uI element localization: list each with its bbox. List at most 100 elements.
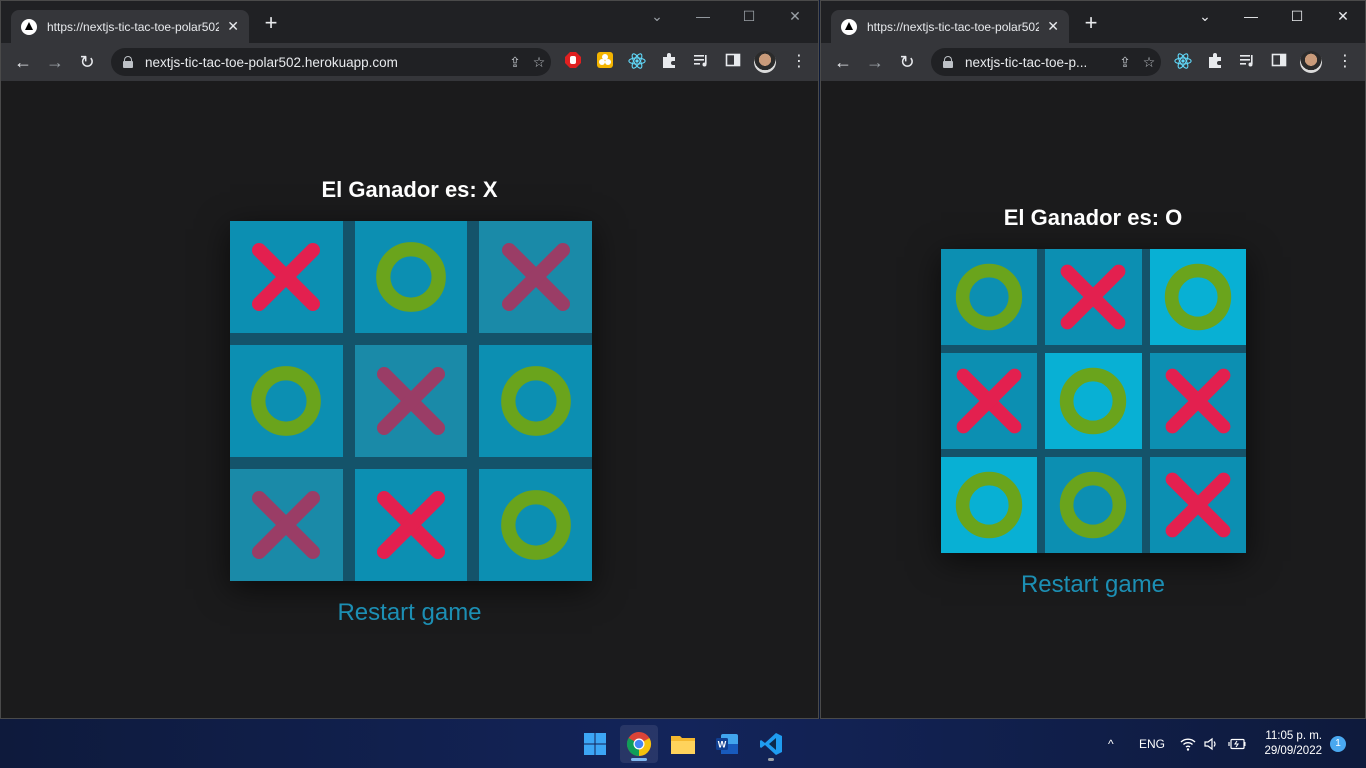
svg-text:W: W [718, 740, 727, 750]
language-indicator[interactable]: ENG [1139, 719, 1165, 768]
react-devtools-icon[interactable] [627, 52, 647, 72]
maximize-button[interactable]: ☐ [739, 7, 759, 25]
board-cell-7[interactable] [941, 457, 1038, 553]
browser-toolbar: ← → ↻ nextjs-tic-tac-toe-polar502.heroku… [1, 43, 818, 81]
forward-button[interactable]: → [863, 50, 887, 74]
taskbar-vscode[interactable] [752, 725, 790, 763]
o-mark-icon [1060, 471, 1127, 539]
board-cell-1[interactable] [230, 221, 343, 333]
o-mark-icon [1164, 263, 1232, 331]
game-board [230, 221, 592, 581]
page-content: El Ganador es: X Restart game [1, 81, 818, 718]
board-cell-9[interactable] [1149, 457, 1246, 553]
taskbar-word[interactable]: W [708, 725, 746, 763]
board-cell-5[interactable] [1045, 353, 1142, 449]
extensions-puzzle-icon[interactable] [1205, 52, 1225, 72]
battery-icon[interactable] [1228, 719, 1246, 768]
x-mark-icon [376, 490, 446, 560]
folder-icon [671, 736, 695, 754]
board-cell-3[interactable] [479, 221, 592, 333]
tab-close-icon[interactable]: ✕ [1047, 18, 1059, 35]
x-mark-icon [956, 368, 1022, 434]
bookmark-star-icon[interactable]: ☆ [527, 54, 551, 71]
react-devtools-icon[interactable] [1173, 52, 1193, 72]
clock[interactable]: 11:05 p. m. 29/09/2022 [1264, 729, 1322, 759]
address-bar[interactable]: nextjs-tic-tac-toe-polar502.herokuapp.co… [111, 48, 551, 76]
active-indicator [631, 758, 647, 761]
reload-button[interactable]: ↻ [895, 50, 919, 74]
game-board [941, 249, 1246, 553]
o-mark-icon [955, 263, 1023, 331]
wifi-icon[interactable] [1180, 719, 1196, 768]
restart-game-button[interactable]: Restart game [821, 571, 1365, 599]
board-cell-4[interactable] [941, 353, 1038, 449]
minimize-button[interactable]: — [1241, 7, 1261, 25]
address-bar[interactable]: nextjs-tic-tac-toe-p... ⇪ ☆ [931, 48, 1161, 76]
tab-search-chevron-icon[interactable]: ⌄ [1195, 7, 1215, 25]
minimize-button[interactable]: — [693, 7, 713, 25]
new-tab-button[interactable]: + [261, 12, 281, 34]
board-cell-2[interactable] [354, 221, 468, 333]
start-button[interactable] [576, 725, 614, 763]
side-panel-icon[interactable] [723, 52, 743, 72]
share-icon[interactable]: ⇪ [503, 54, 527, 71]
media-control-icon[interactable] [691, 52, 711, 72]
board-cell-9[interactable] [479, 469, 592, 581]
board-cell-3[interactable] [1149, 249, 1246, 345]
back-button[interactable]: ← [831, 50, 855, 74]
back-button[interactable]: ← [11, 50, 35, 74]
board-cell-6[interactable] [479, 345, 592, 457]
chrome-menu-icon[interactable]: ⋮ [1337, 52, 1353, 72]
side-panel-icon[interactable] [1269, 52, 1289, 72]
chrome-menu-icon[interactable]: ⋮ [791, 52, 807, 72]
x-mark-icon [252, 242, 321, 312]
taskbar-file-explorer[interactable] [664, 725, 702, 763]
board-cell-1[interactable] [941, 249, 1038, 345]
page-content: El Ganador es: O Restart game [821, 81, 1365, 718]
board-cell-8[interactable] [354, 469, 468, 581]
board-cell-7[interactable] [230, 469, 343, 581]
board-cell-5[interactable] [354, 345, 468, 457]
vercel-favicon-icon [841, 18, 857, 35]
browser-tab[interactable]: https://nextjs-tic-tac-toe-polar502.hero… [831, 10, 1069, 43]
o-mark-icon [955, 471, 1023, 539]
clock-date: 29/09/2022 [1264, 745, 1322, 757]
board-cell-4[interactable] [230, 345, 343, 457]
maximize-button[interactable]: ☐ [1287, 7, 1307, 25]
bookmark-star-icon[interactable]: ☆ [1137, 54, 1161, 71]
media-control-icon[interactable] [1237, 52, 1257, 72]
volume-icon[interactable] [1204, 719, 1218, 768]
reload-button[interactable]: ↻ [75, 50, 99, 74]
board-cell-6[interactable] [1149, 353, 1246, 449]
taskbar-chrome[interactable] [620, 725, 658, 763]
lock-icon [123, 56, 133, 68]
restart-game-button[interactable]: Restart game [1, 599, 818, 627]
profile-avatar[interactable] [1300, 51, 1322, 73]
new-tab-button[interactable]: + [1081, 12, 1101, 34]
tab-title: https://nextjs-tic-tac-toe-polar502.hero… [867, 19, 1040, 34]
browser-window-left: https://nextjs-tic-tac-toe-polar502.hero… [0, 0, 819, 719]
running-indicator [768, 758, 774, 761]
board-cell-2[interactable] [1045, 249, 1142, 345]
extension-icon[interactable] [595, 52, 615, 72]
extensions-puzzle-icon[interactable] [659, 52, 679, 72]
taskbar: W ^ ENG 11:05 p. m. 29/09/2022 1 [0, 719, 1366, 768]
url-text: nextjs-tic-tac-toe-polar502.herokuapp.co… [145, 54, 398, 70]
x-mark-icon [252, 490, 321, 560]
tab-close-icon[interactable]: ✕ [227, 18, 239, 35]
profile-avatar[interactable] [754, 51, 776, 73]
browser-tab[interactable]: https://nextjs-tic-tac-toe-polar502.hero… [11, 10, 249, 43]
close-window-button[interactable]: ✕ [785, 7, 805, 25]
board-cell-8[interactable] [1045, 457, 1142, 553]
winner-heading: El Ganador es: O [1003, 205, 1183, 230]
share-icon[interactable]: ⇪ [1113, 54, 1137, 71]
forward-button[interactable]: → [43, 50, 67, 74]
tab-search-chevron-icon[interactable]: ⌄ [647, 7, 667, 25]
vscode-icon [760, 733, 782, 755]
adblock-extension-icon[interactable] [563, 52, 583, 72]
close-window-button[interactable]: ✕ [1333, 7, 1353, 25]
notification-badge[interactable]: 1 [1330, 736, 1346, 752]
x-mark-icon [1061, 264, 1126, 330]
x-mark-icon [376, 366, 446, 436]
tray-overflow-chevron[interactable]: ^ [1108, 719, 1114, 768]
